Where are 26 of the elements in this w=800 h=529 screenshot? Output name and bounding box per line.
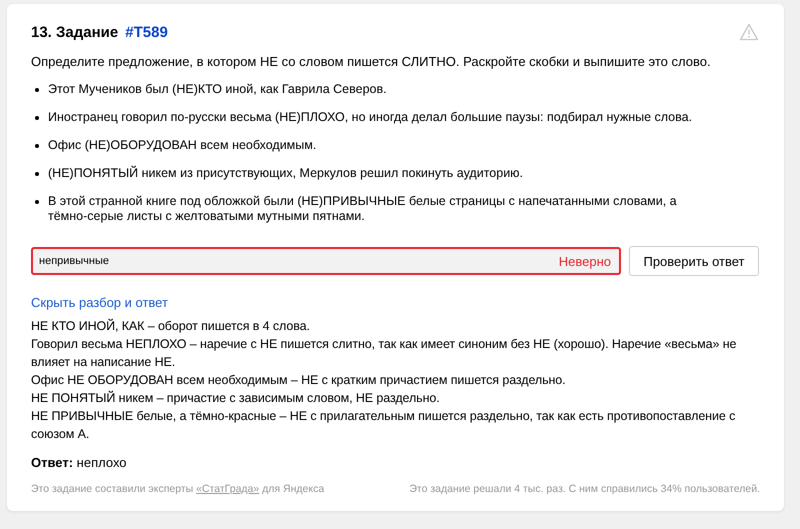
- bullet-icon: [35, 200, 39, 204]
- stats-text: Это задание решали 4 тыс. раз. С ним справились 34% пользователей.: [409, 483, 760, 495]
- option-text: В этой странной книге под обложкой были (НЕ)ПРИВЫЧНЫЕ белые страницы с напечатанными словами, а тёмно-серые листы с желтоватыми мутными пятнами.: [48, 194, 678, 224]
- footer-text: для Яндекса: [262, 483, 324, 495]
- explanation-text: Говорил весьма НЕПЛОХО – наречие с НЕ пишется слитно, так как имеет синоним без НЕ (хорошо). Наречие «весьма» не влияет на написание НЕ.: [31, 336, 738, 371]
- bullet-icon: [35, 172, 39, 176]
- warning-icon[interactable]: [739, 23, 759, 41]
- option-text: (НЕ)ПОНЯТЫЙ никем из присутствующих, Меркулов решил покинуть аудиторию.: [48, 166, 524, 181]
- hide-solution-link[interactable]: Скрыть разбор и ответ: [31, 295, 168, 310]
- explanation-text: НЕ КТО ИНОЙ, КАК – оборот пишется в 4 слова.: [31, 318, 311, 335]
- option-text: Иностранец говорил по-русски весьма (НЕ)ПЛОХО, но иногда делал большие паузы: подбирал нужные слова.: [48, 110, 692, 125]
- footer-text: Это задание составили эксперты: [31, 483, 194, 495]
- bullet-icon: [35, 116, 39, 120]
- explanation-text: НЕ ПРИВЫЧНЫЕ белые, а тёмно-красные – НЕ с прилагательным пишется раздельно, так как есть противопоставление с союзом А.: [31, 408, 736, 443]
- task-id-link[interactable]: #T589: [125, 24, 168, 40]
- answer-field[interactable]: непривычные Неверно: [31, 247, 621, 275]
- explanation-text: Офис НЕ ОБОРУДОВАН всем необходимым – НЕ с кратким причастием пишется раздельно.: [31, 372, 567, 389]
- answer-text: Ответ: неплохо: [31, 455, 128, 470]
- check-answer-button[interactable]: Проверить ответ: [629, 246, 759, 276]
- task-instruction: Определите предложение, в котором НЕ со словом пишется СЛИТНО. Раскройте скобки и выпишите это слово.: [31, 54, 712, 69]
- bullet-icon: [35, 144, 39, 148]
- option-text: Этот Мучеников был (НЕ)КТО иной, как Гаврила Северов.: [48, 82, 387, 97]
- bullet-icon: [35, 88, 39, 92]
- option-text: Офис (НЕ)ОБОРУДОВАН всем необходимым.: [48, 138, 316, 153]
- explanation-text: НЕ ПОНЯТЫЙ никем – причастие с зависимым словом, НЕ раздельно.: [31, 390, 441, 407]
- task-title: 13. Задание: [31, 24, 118, 40]
